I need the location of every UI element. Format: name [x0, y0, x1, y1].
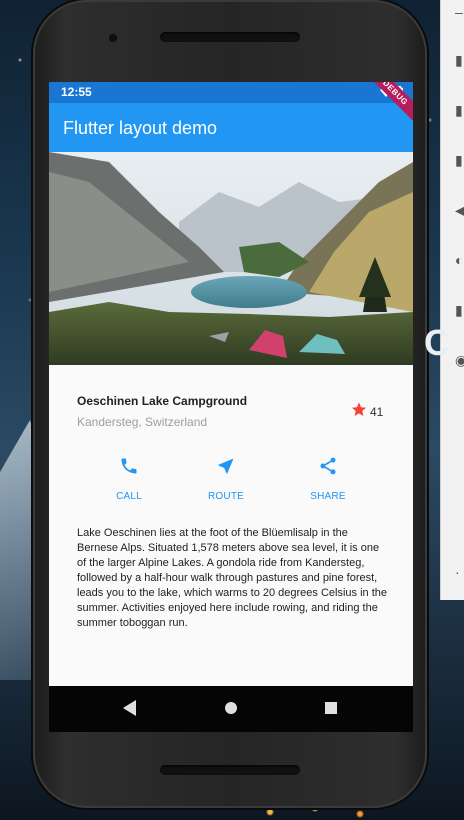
title-section: Oeschinen Lake Campground Kandersteg, Sw… — [49, 365, 413, 447]
description-text: Lake Oeschinen lies at the foot of the B… — [77, 527, 387, 629]
rotate-left-icon[interactable]: ◀ — [455, 203, 464, 217]
share-label: SHARE — [310, 491, 346, 502]
app-bar: Flutter layout demo — [49, 103, 413, 152]
screenshot-icon[interactable]: ▮ — [455, 303, 464, 317]
star-icon[interactable] — [350, 401, 368, 423]
back-icon[interactable] — [123, 700, 137, 721]
emulator-side-toolbar: – ▮ ▮ ▮ ◀ ◐ ▮ ◉ · — [440, 0, 464, 600]
phone-screen: 12:55 Flutter layout demo DEBUG Oeschine… — [49, 82, 413, 732]
phone-icon — [89, 456, 169, 476]
call-button[interactable]: CALL — [89, 456, 169, 504]
volume-down-icon[interactable]: ▮ — [455, 153, 464, 167]
lake-photo — [49, 152, 413, 365]
rating-count: 41 — [370, 405, 384, 419]
front-camera — [109, 34, 117, 42]
favorite-rating[interactable]: 41 — [350, 401, 383, 423]
volume-up-icon[interactable]: ▮ — [455, 103, 464, 117]
share-button[interactable]: SHARE — [288, 456, 368, 504]
zoom-icon[interactable]: ◉ — [455, 353, 464, 367]
minimize-icon[interactable]: – — [455, 5, 464, 19]
top-speaker — [160, 32, 300, 42]
place-title: Oeschinen Lake Campground — [77, 394, 248, 408]
status-bar: 12:55 — [49, 82, 413, 103]
route-label: ROUTE — [208, 491, 244, 502]
more-icon[interactable]: · — [455, 565, 464, 579]
home-icon[interactable] — [224, 700, 238, 721]
rotate-right-icon[interactable]: ◐ — [455, 253, 464, 267]
bottom-speaker — [160, 765, 300, 775]
action-buttons-row: CALL ROUTE SHARE — [49, 456, 413, 506]
place-subtitle: Kandersteg, Switzerland — [77, 415, 208, 429]
navigation-icon — [186, 456, 266, 476]
route-button[interactable]: ROUTE — [186, 456, 266, 504]
app-title: Flutter layout demo — [63, 118, 218, 138]
background-partial-letter: C — [424, 322, 450, 363]
recents-icon[interactable] — [324, 700, 338, 721]
android-nav-bar — [49, 686, 413, 732]
status-time: 12:55 — [61, 85, 92, 99]
power-icon[interactable]: ▮ — [455, 53, 464, 67]
share-icon — [288, 456, 368, 476]
call-label: CALL — [116, 491, 142, 502]
